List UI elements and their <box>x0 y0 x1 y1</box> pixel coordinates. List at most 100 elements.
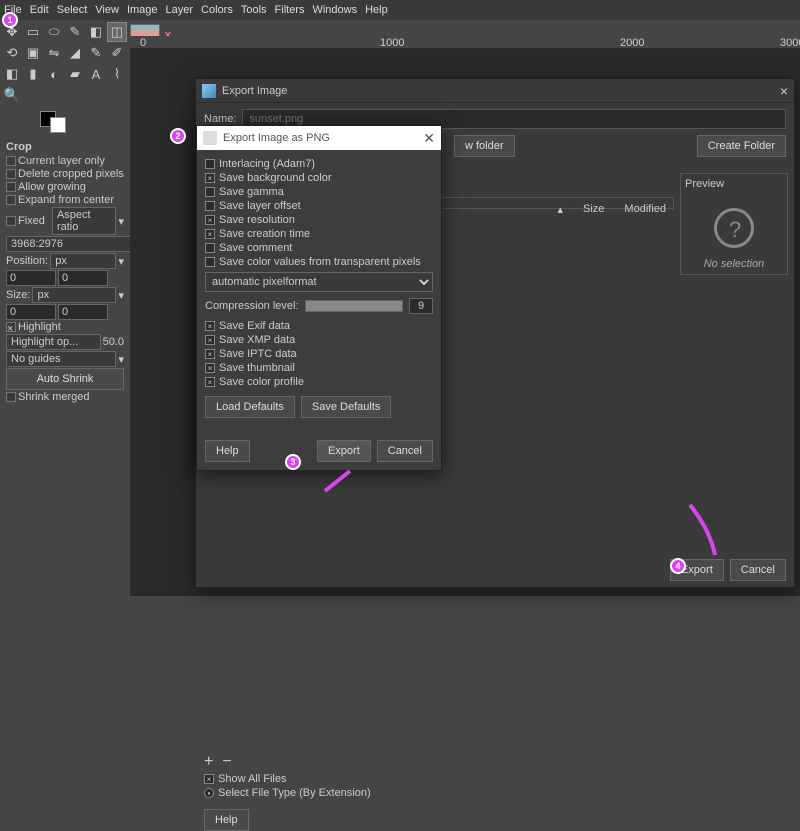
free-select-icon[interactable]: ⬭ <box>44 22 64 42</box>
save-folder-button[interactable]: w folder <box>454 135 515 157</box>
checkbox[interactable] <box>205 335 215 345</box>
compression-slider[interactable] <box>305 300 403 312</box>
menu-tools[interactable]: Tools <box>241 4 267 16</box>
checkbox[interactable] <box>205 349 215 359</box>
checkbox[interactable] <box>6 392 16 402</box>
menu-view[interactable]: View <box>95 4 119 16</box>
checkbox[interactable] <box>205 229 215 239</box>
pixelformat-select[interactable]: automatic pixelformat <box>205 272 433 292</box>
checkbox[interactable] <box>205 173 215 183</box>
background-swatch[interactable] <box>50 117 66 133</box>
highlight-label: Highlight <box>18 321 61 333</box>
add-remove-icons[interactable]: + − <box>204 753 371 771</box>
text-icon[interactable]: A <box>86 64 106 84</box>
scale-icon[interactable]: ▣ <box>23 43 43 63</box>
opt-label: Save background color <box>219 172 332 184</box>
pos-y-input[interactable] <box>58 270 108 286</box>
checkbox[interactable] <box>6 156 16 166</box>
pos-x-input[interactable] <box>6 270 56 286</box>
color-select-icon[interactable]: ◧ <box>86 22 106 42</box>
annotation-4: 4 <box>670 558 686 574</box>
unit-select[interactable]: px <box>50 253 116 269</box>
chevron-down-icon[interactable]: ▾ <box>118 255 124 268</box>
radio[interactable] <box>204 788 214 798</box>
toolbox: ✥ ▭ ⬭ ✎ ◧ ◫ ⟲ ▣ ⇋ ◢ ✎ ✐ ◧ ▮ ◐ ▰ A ⌇ 🔍 Cr… <box>0 20 130 406</box>
dialog-titlebar[interactable]: Export Image × <box>196 79 794 103</box>
unit-select[interactable]: px <box>32 287 116 303</box>
checkbox[interactable] <box>205 201 215 211</box>
close-icon[interactable]: ✕ <box>423 130 435 147</box>
checkbox[interactable] <box>6 216 16 226</box>
no-selection-label: No selection <box>685 258 783 270</box>
col-modified[interactable]: Modified <box>624 203 666 216</box>
compression-value[interactable]: 9 <box>409 298 433 314</box>
perspective-icon[interactable]: ◢ <box>65 43 85 63</box>
menu-help[interactable]: Help <box>365 4 388 16</box>
opt-label: Save comment <box>219 242 292 254</box>
png-dialog-titlebar[interactable]: Export Image as PNG ✕ <box>197 126 441 150</box>
png-dialog-title: Export Image as PNG <box>223 132 330 144</box>
cancel-button[interactable]: Cancel <box>730 559 786 581</box>
checkbox[interactable] <box>6 169 16 179</box>
rect-select-icon[interactable]: ▭ <box>23 22 43 42</box>
menu-windows[interactable]: Windows <box>312 4 357 16</box>
gradient-icon[interactable]: ◐ <box>44 64 64 84</box>
menu-colors[interactable]: Colors <box>201 4 233 16</box>
checkbox[interactable] <box>205 187 215 197</box>
guides-select[interactable]: No guides <box>6 351 116 367</box>
bucket-icon[interactable]: ▮ <box>23 64 43 84</box>
checkbox[interactable] <box>6 195 16 205</box>
menu-filters[interactable]: Filters <box>275 4 305 16</box>
app-icon <box>203 131 217 145</box>
checkbox[interactable] <box>205 257 215 267</box>
create-folder-button[interactable]: Create Folder <box>697 135 786 157</box>
chevron-down-icon[interactable]: ▾ <box>118 353 124 366</box>
zoom-icon[interactable]: 🔍 <box>2 85 22 105</box>
eraser-icon[interactable]: ◧ <box>2 64 22 84</box>
col-size[interactable]: Size <box>583 203 604 216</box>
checkbox[interactable] <box>205 363 215 373</box>
checkbox[interactable] <box>6 182 16 192</box>
question-icon <box>714 208 754 248</box>
cancel-button[interactable]: Cancel <box>377 440 433 462</box>
annotation-3: 3 <box>285 454 301 470</box>
menu-layer[interactable]: Layer <box>166 4 194 16</box>
checkbox[interactable] <box>205 243 215 253</box>
menu-select[interactable]: Select <box>57 4 88 16</box>
annotation-2: 2 <box>170 128 186 144</box>
size-h-input[interactable] <box>58 304 108 320</box>
checkbox[interactable] <box>205 321 215 331</box>
fuzzy-select-icon[interactable]: ✎ <box>65 22 85 42</box>
opt-label: Save color profile <box>219 376 304 388</box>
size-w-input[interactable] <box>6 304 56 320</box>
load-defaults-button[interactable]: Load Defaults <box>205 396 295 418</box>
chevron-down-icon[interactable]: ▾ <box>118 289 124 302</box>
flip-icon[interactable]: ⇋ <box>44 43 64 63</box>
help-button[interactable]: Help <box>204 809 249 831</box>
aspect-select[interactable]: Aspect ratio <box>52 207 117 235</box>
close-icon[interactable]: × <box>780 83 788 99</box>
menu-image[interactable]: Image <box>127 4 158 16</box>
brush-icon[interactable]: ✎ <box>86 43 106 63</box>
checkbox[interactable] <box>205 159 215 169</box>
checkbox[interactable] <box>205 377 215 387</box>
chevron-down-icon[interactable]: ▾ <box>118 215 124 228</box>
tool-grid: ✥ ▭ ⬭ ✎ ◧ ◫ ⟲ ▣ ⇋ ◢ ✎ ✐ ◧ ▮ ◐ ▰ A ⌇ 🔍 <box>0 20 130 107</box>
menu-edit[interactable]: Edit <box>30 4 49 16</box>
pencil-icon[interactable]: ✐ <box>107 43 127 63</box>
opt-label: Save creation time <box>219 228 310 240</box>
crop-tool-icon[interactable]: ◫ <box>107 22 127 42</box>
checkbox[interactable]: × <box>6 322 16 332</box>
checkbox[interactable] <box>205 215 215 225</box>
sort-icon[interactable]: ▴ <box>557 203 563 216</box>
export-button[interactable]: Export <box>317 440 371 462</box>
app-icon <box>202 84 216 98</box>
checkbox[interactable] <box>204 774 214 784</box>
smudge-icon[interactable]: ▰ <box>65 64 85 84</box>
path-icon[interactable]: ⌇ <box>107 64 127 84</box>
save-defaults-button[interactable]: Save Defaults <box>301 396 391 418</box>
rotate-icon[interactable]: ⟲ <box>2 43 22 63</box>
auto-shrink-button[interactable]: Auto Shrink <box>6 368 124 390</box>
highlight-opacity[interactable]: Highlight op... <box>6 334 101 350</box>
help-button[interactable]: Help <box>205 440 250 462</box>
